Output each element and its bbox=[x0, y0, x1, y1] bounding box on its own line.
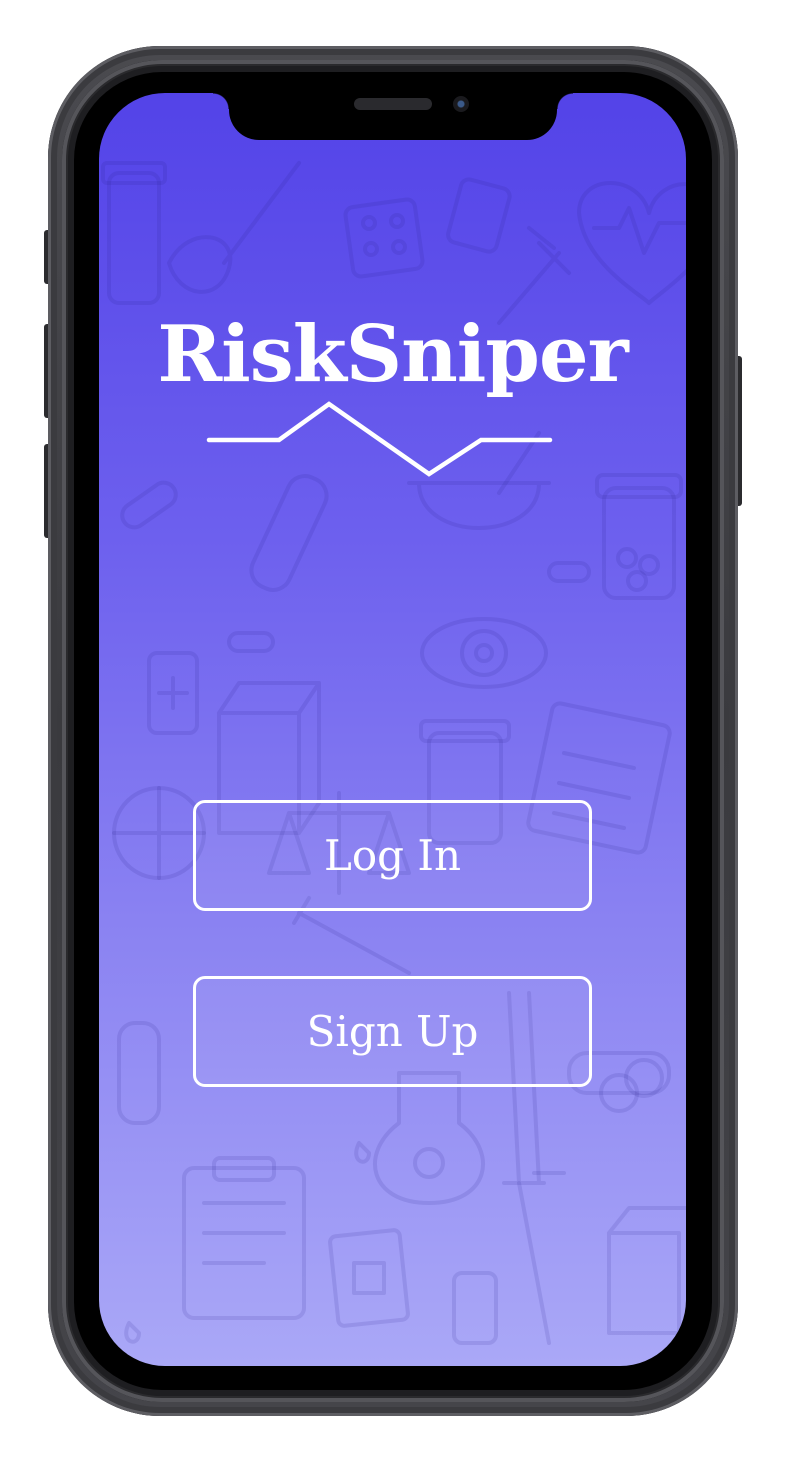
app-screen bbox=[99, 93, 686, 1366]
login-button-label: Log In bbox=[323, 831, 462, 880]
front-camera bbox=[453, 96, 469, 112]
signup-button[interactable]: Sign Up bbox=[193, 976, 592, 1087]
login-button[interactable]: Log In bbox=[193, 800, 592, 911]
earpiece-speaker bbox=[354, 98, 432, 110]
app-title: RiskSniper bbox=[157, 309, 628, 400]
heartbeat-pulse-icon bbox=[206, 401, 553, 477]
signup-button-label: Sign Up bbox=[306, 1007, 479, 1056]
device-mockup: RiskSniper Log In Sign Up bbox=[0, 0, 786, 1460]
medical-doodle-pattern bbox=[101, 161, 686, 1345]
